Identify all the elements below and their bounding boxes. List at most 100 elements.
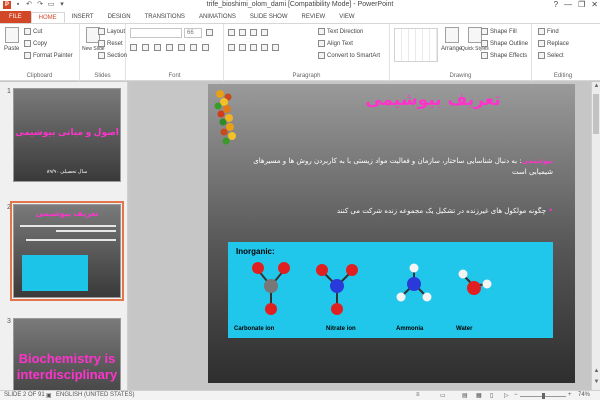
tab-slide-show[interactable]: SLIDE SHOW: [243, 12, 295, 23]
paragraph-group: Text Direction Align Text Convert to Sma…: [224, 24, 390, 81]
section-button[interactable]: Section: [98, 52, 127, 59]
zoom-out-icon[interactable]: −: [514, 392, 518, 398]
tab-insert[interactable]: INSERT: [65, 12, 101, 23]
section-icon: [98, 52, 105, 59]
find-button[interactable]: Find: [538, 28, 559, 35]
current-slide[interactable]: تعریف بیوشیمی بیوشیمی: به دنبال شناسایی …: [208, 84, 575, 383]
replace-label: Replace: [547, 40, 570, 47]
reset-label: Reset: [107, 40, 123, 47]
justify-icon[interactable]: [261, 44, 268, 51]
find-label: Find: [547, 28, 559, 35]
paste-button[interactable]: Paste: [4, 27, 19, 52]
font-name-dropdown[interactable]: [130, 28, 182, 38]
definition-paragraph[interactable]: بیوشیمی: به دنبال شناسایی ساختار، سازمان…: [243, 156, 553, 166]
restore-icon[interactable]: ❐: [578, 0, 585, 9]
thumbnail-slide-1[interactable]: اصول و مبانی بیوشیمی سال تحصیلی ۸۹/۹۰: [13, 88, 121, 182]
bullets-icon[interactable]: [228, 29, 235, 36]
language-indicator[interactable]: ENGLISH (UNITED STATES): [56, 392, 134, 398]
minimize-icon[interactable]: —: [564, 0, 572, 9]
molecule-panel[interactable]: Inorganic: Carbonate ion Nitrate ion Amm…: [228, 242, 553, 338]
drawing-group-label: Drawing: [449, 73, 472, 79]
italic-icon[interactable]: [142, 44, 149, 51]
paint-bucket-icon: [481, 28, 488, 35]
scroll-up-icon[interactable]: ▲: [592, 368, 600, 374]
tab-design[interactable]: DESIGN: [101, 12, 138, 23]
font-size-dropdown[interactable]: 66: [184, 28, 202, 38]
thumbnail-slide-3[interactable]: Biochemistry is interdisciplinary: [13, 318, 121, 390]
char-spacing-icon[interactable]: [190, 44, 197, 51]
vertical-scrollbar[interactable]: ▲ ▲ ▼: [591, 82, 600, 390]
cursor-icon: [538, 52, 545, 59]
slideshow-view-icon[interactable]: ▷: [504, 392, 509, 399]
scroll-down-icon[interactable]: ▼: [592, 379, 600, 385]
bullet-paragraph[interactable]: • چگونه مولکول های غیرزنده در تشکیل یک م…: [223, 206, 553, 216]
layout-button[interactable]: Layout: [98, 28, 125, 35]
replace-button[interactable]: Replace: [538, 40, 569, 47]
scrollbar-thumb[interactable]: [593, 94, 599, 134]
shape-fill-label: Shape Fill: [490, 28, 517, 35]
underline-icon[interactable]: [154, 44, 161, 51]
reading-view-icon[interactable]: ▯: [490, 392, 493, 399]
font-color-icon[interactable]: [202, 44, 209, 51]
thumbnail-title: اصول و مبانی بیوشیمی: [15, 127, 119, 137]
slide-title[interactable]: تعریف بیوشیمی: [358, 90, 508, 110]
layout-icon: [98, 28, 105, 35]
scroll-up-icon[interactable]: ▲: [592, 83, 600, 89]
columns-icon[interactable]: [272, 44, 279, 51]
align-right-icon[interactable]: [250, 44, 257, 51]
layout-label: Layout: [107, 28, 126, 35]
tab-view[interactable]: VIEW: [332, 12, 361, 23]
editing-group-label: Editing: [553, 73, 573, 79]
shape-outline-button[interactable]: Shape Outline: [481, 40, 528, 47]
water-molecule-image: [458, 269, 492, 295]
close-icon[interactable]: ✕: [591, 0, 598, 9]
strikethrough-icon[interactable]: [178, 44, 185, 51]
tab-file[interactable]: FILE: [0, 11, 31, 23]
tab-review[interactable]: REVIEW: [295, 12, 333, 23]
align-text-button[interactable]: Align Text: [318, 40, 353, 47]
normal-view-icon[interactable]: ▤: [462, 392, 468, 399]
zoom-slider-handle[interactable]: [542, 393, 545, 399]
tab-home[interactable]: HOME: [30, 12, 65, 23]
shape-outline-label: Shape Outline: [490, 40, 529, 47]
bold-icon[interactable]: [130, 44, 137, 51]
molecule-label: Nitrate ion: [326, 326, 356, 332]
notes-icon[interactable]: ≡: [416, 392, 420, 398]
shape-fill-button[interactable]: Shape Fill: [481, 28, 517, 35]
spellcheck-icon[interactable]: ▣: [46, 392, 52, 399]
thumbnail-slide-2[interactable]: تعریف بیوشیمی: [10, 201, 124, 301]
help-icon[interactable]: ?: [554, 0, 558, 9]
bullet-icon: •: [548, 206, 553, 215]
grow-font-icon: [206, 29, 213, 36]
copy-button[interactable]: Copy: [24, 40, 47, 47]
decrease-indent-icon[interactable]: [250, 29, 257, 36]
ribbon-tabs: FILE HOME INSERT DESIGN TRANSITIONS ANIM…: [0, 11, 600, 23]
zoom-level[interactable]: 74%: [578, 392, 590, 398]
shadow-icon[interactable]: [166, 44, 173, 51]
grow-font-button[interactable]: [206, 29, 213, 36]
tab-animations[interactable]: ANIMATIONS: [192, 12, 243, 23]
paragraph-group-label: Paragraph: [292, 73, 321, 79]
replace-icon: [538, 40, 545, 47]
arrange-button[interactable]: Arrange: [441, 27, 462, 52]
window-title: trife_bioshimi_olom_dami [Compatibility …: [206, 1, 394, 8]
reset-button[interactable]: Reset: [98, 40, 123, 47]
comments-icon[interactable]: ▭: [440, 392, 446, 399]
font-format-buttons: [130, 44, 209, 51]
shapes-gallery[interactable]: [394, 28, 438, 62]
zoom-in-icon[interactable]: +: [568, 392, 572, 398]
text-direction-button[interactable]: Text Direction: [318, 28, 363, 35]
definition-paragraph-line2[interactable]: شیمیایی است: [243, 167, 553, 177]
select-button[interactable]: Select: [538, 52, 564, 59]
shape-effects-button[interactable]: Shape Effects: [481, 52, 527, 59]
tab-transitions[interactable]: TRANSITIONS: [138, 12, 192, 23]
align-left-icon[interactable]: [228, 44, 235, 51]
format-painter-button[interactable]: Format Painter: [24, 52, 73, 59]
align-center-icon[interactable]: [239, 44, 246, 51]
increase-indent-icon[interactable]: [261, 29, 268, 36]
slide-sorter-icon[interactable]: ▦: [476, 392, 482, 399]
cut-button[interactable]: Cut: [24, 28, 42, 35]
convert-smartart-button[interactable]: Convert to SmartArt: [318, 52, 380, 59]
list-buttons: [228, 29, 268, 36]
numbering-icon[interactable]: [239, 29, 246, 36]
